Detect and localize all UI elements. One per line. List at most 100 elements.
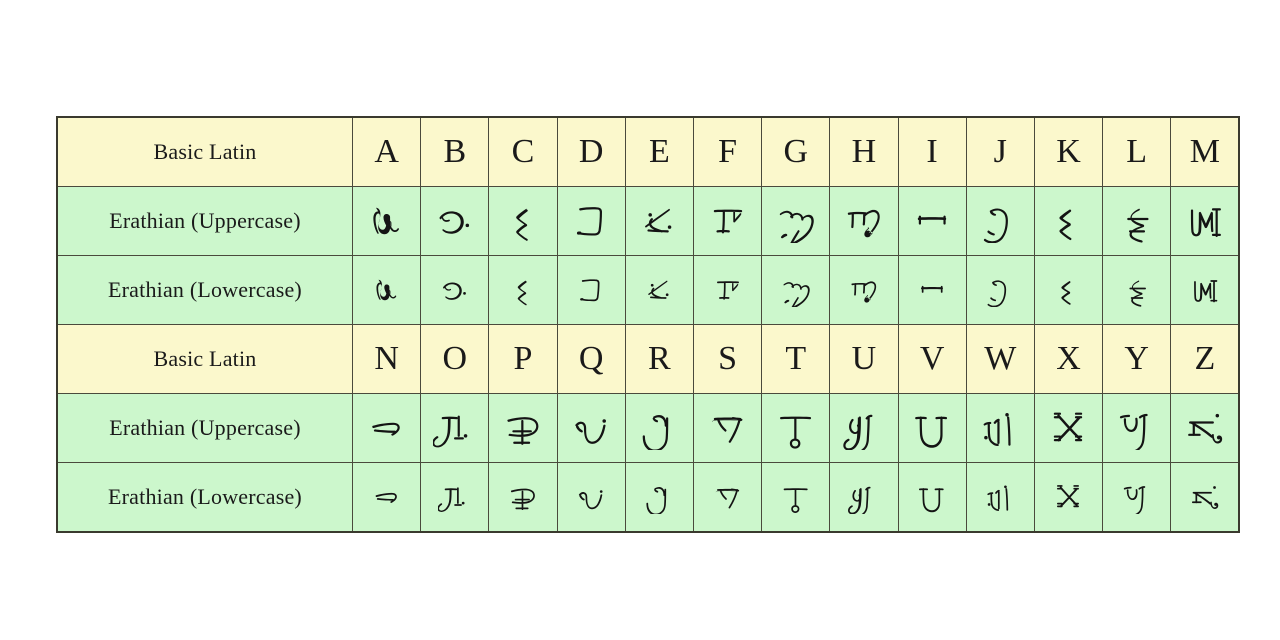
erathian-uppercase-glyph-cell xyxy=(556,186,626,256)
erathian-lowercase-row: Erathian (Lowercase) xyxy=(56,255,1240,325)
erathian-v-icon xyxy=(899,394,966,462)
erathian-l-icon xyxy=(1103,187,1170,255)
erathian-a-icon xyxy=(353,187,420,255)
latin-letter-cell: N xyxy=(351,324,422,394)
erathian-uppercase-glyph-cell xyxy=(965,393,1035,463)
erathian-lowercase-glyph-cell xyxy=(897,255,967,325)
erathian-uppercase-glyph-cell xyxy=(420,393,490,463)
erathian-lowercase-glyph-cell xyxy=(488,462,558,533)
erathian-uppercase-glyph-cell xyxy=(1033,393,1104,463)
latin-letter-cell: S xyxy=(692,324,763,394)
erathian-lowercase-glyph-cell xyxy=(1170,255,1240,325)
erathian-uppercase-row: Erathian (Uppercase) xyxy=(56,186,1240,256)
erathian-lowercase-glyph-cell xyxy=(351,255,422,325)
latin-letter-cell: E xyxy=(624,116,694,187)
erathian-lowercase-glyph-cell xyxy=(556,255,626,325)
erathian-lowercase-glyph-cell xyxy=(1102,462,1172,533)
erathian-lowercase-glyph-cell xyxy=(1033,462,1104,533)
erathian-j-icon xyxy=(967,187,1034,255)
latin-letter-cell: T xyxy=(761,324,831,394)
erathian-uppercase-glyph-cell xyxy=(1102,186,1172,256)
erathian-uppercase-glyph-cell xyxy=(624,186,694,256)
erathian-lowercase-glyph-cell xyxy=(1102,255,1172,325)
latin-letter-cell: V xyxy=(897,324,967,394)
erathian-s-icon xyxy=(694,463,761,531)
erathian-j-icon xyxy=(967,256,1034,324)
erathian-uppercase-glyph-cell xyxy=(761,393,831,463)
latin-letter-cell: Y xyxy=(1102,324,1172,394)
latin-letter-cell: A xyxy=(351,116,422,187)
erathian-a-icon xyxy=(353,256,420,324)
erathian-g-icon xyxy=(762,256,829,324)
erathian-q-icon xyxy=(558,463,625,531)
erathian-uppercase-glyph-cell xyxy=(1033,186,1104,256)
erathian-e-icon xyxy=(626,256,693,324)
erathian-f-icon xyxy=(694,187,761,255)
erathian-uppercase-glyph-cell xyxy=(761,186,831,256)
row-label-lowercase: Erathian (Lowercase) xyxy=(56,462,353,533)
erathian-lowercase-row: Erathian (Lowercase) xyxy=(56,462,1240,533)
erathian-d-icon xyxy=(558,187,625,255)
erathian-p-icon xyxy=(489,463,556,531)
latin-letter-cell: W xyxy=(965,324,1035,394)
erathian-lowercase-glyph-cell xyxy=(556,462,626,533)
erathian-r-icon xyxy=(626,394,693,462)
row-label-uppercase: Erathian (Uppercase) xyxy=(56,186,353,256)
erathian-lowercase-glyph-cell xyxy=(965,255,1035,325)
erathian-x-icon xyxy=(1035,394,1102,462)
latin-letter-cell: U xyxy=(829,324,899,394)
erathian-d-icon xyxy=(558,256,625,324)
erathian-m-icon xyxy=(1171,187,1238,255)
erathian-uppercase-glyph-cell xyxy=(692,186,763,256)
latin-header-row: Basic Latin A B C D E F G H I J K L M xyxy=(56,116,1240,187)
erathian-b-icon xyxy=(421,256,488,324)
latin-letter-cell: I xyxy=(897,116,967,187)
latin-header-row: Basic Latin N O P Q R S T U V W X Y Z xyxy=(56,324,1240,394)
erathian-t-icon xyxy=(762,463,829,531)
erathian-lowercase-glyph-cell xyxy=(897,462,967,533)
erathian-y-icon xyxy=(1103,394,1170,462)
row-label-lowercase: Erathian (Lowercase) xyxy=(56,255,353,325)
erathian-lowercase-glyph-cell xyxy=(624,462,694,533)
erathian-lowercase-glyph-cell xyxy=(692,462,763,533)
latin-letter-cell: X xyxy=(1033,324,1104,394)
erathian-uppercase-glyph-cell xyxy=(420,186,490,256)
erathian-lowercase-glyph-cell xyxy=(1170,462,1240,533)
latin-letter-cell: J xyxy=(965,116,1035,187)
erathian-t-icon xyxy=(762,394,829,462)
erathian-uppercase-glyph-cell xyxy=(965,186,1035,256)
erathian-y-icon xyxy=(1103,463,1170,531)
erathian-i-icon xyxy=(899,256,966,324)
erathian-uppercase-glyph-cell xyxy=(488,393,558,463)
latin-letter-cell: P xyxy=(488,324,558,394)
erathian-uppercase-glyph-cell xyxy=(1170,393,1240,463)
erathian-u-icon xyxy=(830,463,897,531)
latin-letter-cell: C xyxy=(488,116,558,187)
row-label-uppercase: Erathian (Uppercase) xyxy=(56,393,353,463)
erathian-w-icon xyxy=(967,463,1034,531)
erathian-i-icon xyxy=(899,187,966,255)
erathian-p-icon xyxy=(489,394,556,462)
erathian-uppercase-glyph-cell xyxy=(897,186,967,256)
erathian-n-icon xyxy=(353,463,420,531)
erathian-uppercase-glyph-cell xyxy=(624,393,694,463)
erathian-lowercase-glyph-cell xyxy=(351,462,422,533)
erathian-m-icon xyxy=(1171,256,1238,324)
latin-letter-cell: F xyxy=(692,116,763,187)
erathian-e-icon xyxy=(626,187,693,255)
erathian-uppercase-glyph-cell xyxy=(351,393,422,463)
erathian-uppercase-glyph-cell xyxy=(692,393,763,463)
erathian-lowercase-glyph-cell xyxy=(829,255,899,325)
latin-letter-cell: H xyxy=(829,116,899,187)
erathian-uppercase-glyph-cell xyxy=(1170,186,1240,256)
erathian-uppercase-glyph-cell xyxy=(829,186,899,256)
erathian-l-icon xyxy=(1103,256,1170,324)
erathian-x-icon xyxy=(1035,463,1102,531)
erathian-o-icon xyxy=(421,394,488,462)
erathian-s-icon xyxy=(694,394,761,462)
latin-letter-cell: L xyxy=(1102,116,1172,187)
row-label-basic-latin: Basic Latin xyxy=(56,116,353,187)
erathian-lowercase-glyph-cell xyxy=(965,462,1035,533)
erathian-uppercase-row: Erathian (Uppercase) xyxy=(56,393,1240,463)
erathian-o-icon xyxy=(421,463,488,531)
